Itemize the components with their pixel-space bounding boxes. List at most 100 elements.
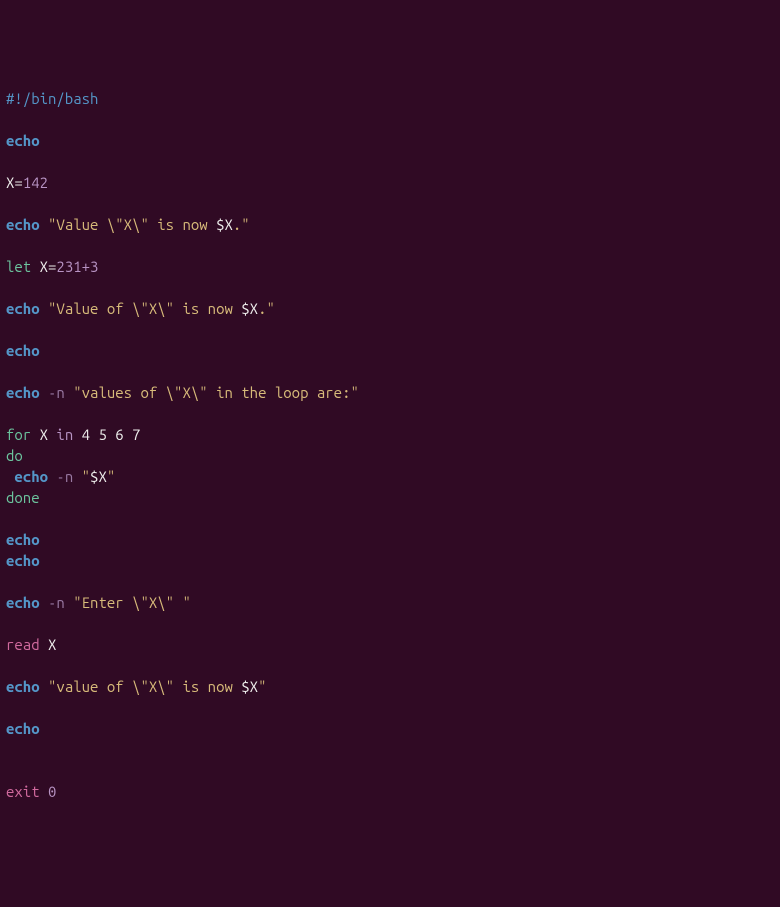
code-token: " — [115, 216, 123, 233]
code-token: $X — [90, 468, 107, 485]
code-token — [40, 783, 48, 800]
code-line: echo "value of \"X\" is now $X" — [6, 676, 774, 697]
code-token: Enter \ — [82, 594, 141, 611]
code-token: echo — [6, 384, 40, 401]
code-token: " — [140, 594, 148, 611]
code-token — [31, 426, 39, 443]
code-token: " — [140, 216, 148, 233]
code-token: = — [14, 174, 22, 191]
code-editor[interactable]: #!/bin/bashechoX=142echo "Value \"X\" is… — [6, 88, 774, 802]
code-line: X=142 — [6, 172, 774, 193]
code-line: echo "Value \"X\" is now $X." — [6, 214, 774, 235]
code-token — [65, 594, 73, 611]
code-line: echo — [6, 550, 774, 571]
code-token: for — [6, 426, 31, 443]
code-token — [40, 678, 48, 695]
code-token: " — [82, 468, 90, 485]
code-token: " — [241, 216, 249, 233]
code-token: X\ — [182, 384, 199, 401]
code-token: " — [166, 678, 174, 695]
code-token: is now — [174, 300, 241, 317]
code-line: echo -n "Enter \"X\" " — [6, 592, 774, 613]
code-token: " — [166, 594, 174, 611]
code-line: let X=231+3 — [6, 256, 774, 277]
code-line: echo — [6, 130, 774, 151]
code-token: " — [73, 384, 81, 401]
code-token: -n — [48, 594, 65, 611]
code-token: X — [40, 258, 48, 275]
code-token — [73, 468, 81, 485]
code-line — [6, 613, 774, 634]
code-line — [6, 277, 774, 298]
code-token: " — [266, 300, 274, 317]
code-token: values of \ — [82, 384, 174, 401]
code-token: let — [6, 258, 31, 275]
code-token — [40, 300, 48, 317]
code-line: do — [6, 445, 774, 466]
code-token: " — [258, 678, 266, 695]
code-token: " — [166, 300, 174, 317]
code-line — [6, 760, 774, 781]
code-line — [6, 361, 774, 382]
code-token — [40, 636, 48, 653]
code-line — [6, 109, 774, 130]
code-token: " — [48, 678, 56, 695]
code-token: X\ — [149, 594, 166, 611]
code-token: " — [199, 384, 207, 401]
code-line — [6, 319, 774, 340]
code-token: echo — [6, 300, 40, 317]
code-line: echo "Value of \"X\" is now $X." — [6, 298, 774, 319]
code-line — [6, 739, 774, 760]
code-token: X\ — [149, 678, 166, 695]
code-line — [6, 403, 774, 424]
code-token: X\ — [149, 300, 166, 317]
code-token: X\ — [124, 216, 141, 233]
code-token: $X — [241, 300, 258, 317]
code-token: Value \ — [56, 216, 115, 233]
code-token: " — [140, 678, 148, 695]
code-token: exit — [6, 783, 40, 800]
code-line: echo — [6, 718, 774, 739]
code-token: is now — [149, 216, 216, 233]
code-token: " — [73, 594, 81, 611]
code-line: echo — [6, 529, 774, 550]
code-line — [6, 151, 774, 172]
code-line: echo — [6, 340, 774, 361]
code-token: in — [56, 426, 73, 443]
code-token: #!/bin/bash — [6, 90, 98, 107]
code-token: X — [40, 426, 48, 443]
code-token: $X — [241, 678, 258, 695]
code-token: 4 5 6 7 — [82, 426, 141, 443]
code-token: " — [350, 384, 358, 401]
code-line: exit 0 — [6, 781, 774, 802]
code-token: " — [182, 594, 190, 611]
code-token: echo — [6, 342, 40, 359]
code-token: in the loop are: — [208, 384, 351, 401]
code-token: " — [107, 468, 115, 485]
code-token: echo — [6, 720, 40, 737]
code-token: X — [48, 636, 56, 653]
code-line — [6, 235, 774, 256]
code-token: is now — [174, 678, 241, 695]
code-token — [40, 594, 48, 611]
code-line — [6, 571, 774, 592]
code-line — [6, 193, 774, 214]
code-token: echo — [6, 531, 40, 548]
code-token: echo — [6, 678, 40, 695]
code-token: -n — [48, 384, 65, 401]
code-token: 142 — [23, 174, 48, 191]
code-token: " — [140, 300, 148, 317]
code-token: done — [6, 489, 40, 506]
code-line: echo -n "values of \"X\" in the loop are… — [6, 382, 774, 403]
code-line: #!/bin/bash — [6, 88, 774, 109]
code-token: value of \ — [56, 678, 140, 695]
code-token: echo — [6, 552, 40, 569]
code-token: echo — [14, 468, 48, 485]
code-line — [6, 508, 774, 529]
code-token: do — [6, 447, 23, 464]
code-line: for X in 4 5 6 7 — [6, 424, 774, 445]
code-token — [40, 384, 48, 401]
code-line: read X — [6, 634, 774, 655]
code-token: read — [6, 636, 40, 653]
code-token — [73, 426, 81, 443]
